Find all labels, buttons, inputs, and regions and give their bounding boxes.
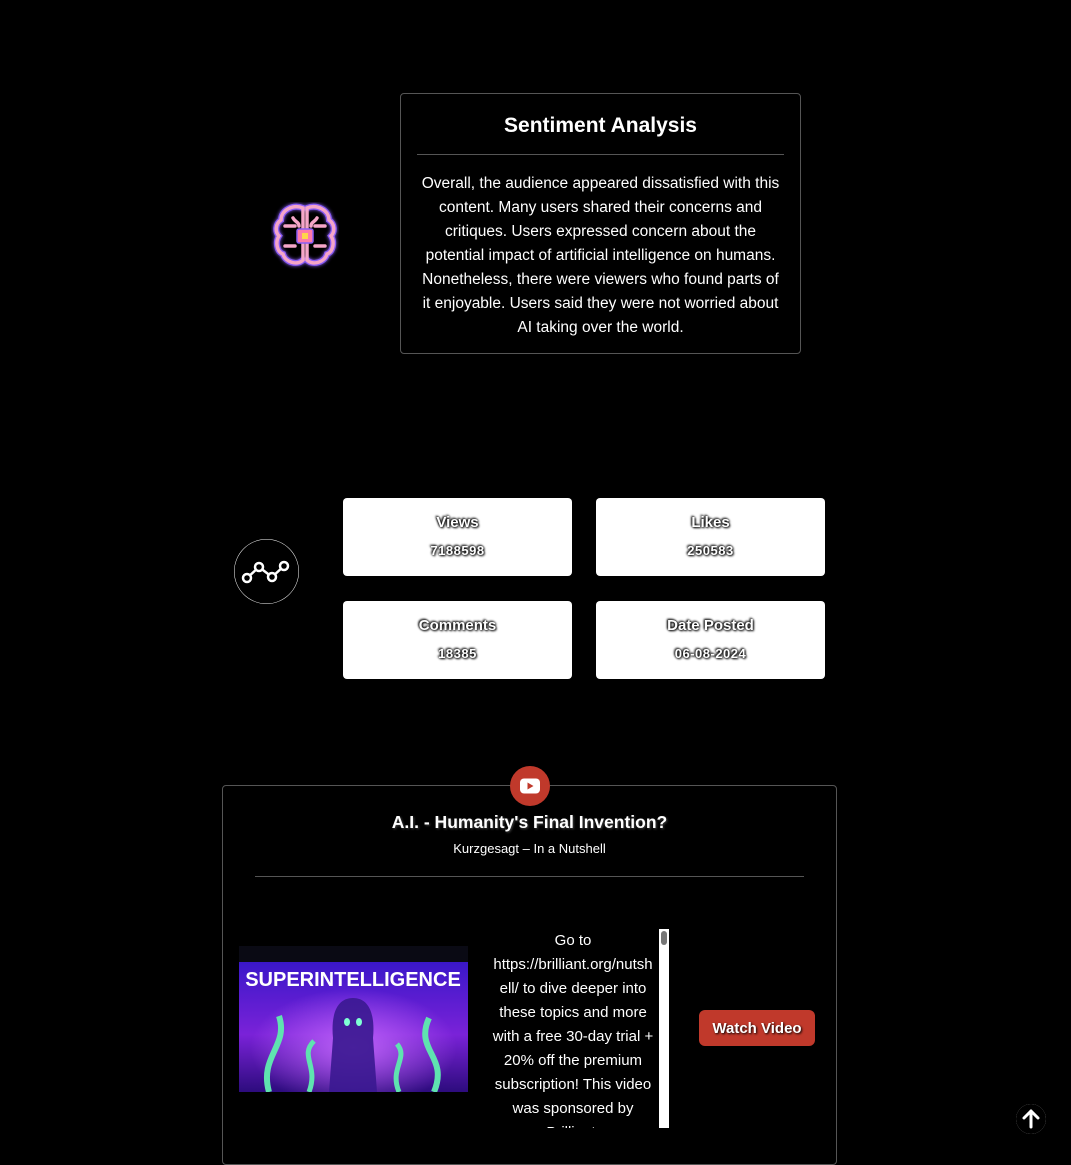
date-posted-value: 06-08-2024	[674, 646, 747, 661]
likes-stat-card: Likes 250583	[596, 498, 825, 576]
youtube-icon	[510, 766, 550, 806]
brain-chip-icon	[271, 202, 339, 270]
arrow-up-icon[interactable]	[1016, 1104, 1046, 1134]
likes-value: 250583	[687, 543, 734, 558]
comments-label: Comments	[418, 617, 497, 634]
video-card: A.I. - Humanity's Final Invention? Kurzg…	[222, 785, 837, 1165]
views-value: 7188598	[430, 543, 485, 558]
scrollbar-thumb[interactable]	[661, 931, 667, 945]
divider	[417, 154, 784, 155]
date-posted-label: Date Posted	[667, 617, 754, 634]
video-channel: Kurzgesagt – In a Nutshell	[453, 841, 606, 856]
description-scrollbar[interactable]	[659, 929, 669, 1128]
likes-label: Likes	[691, 514, 730, 531]
video-thumbnail[interactable]: SUPERINTELLIGENCE	[239, 946, 468, 1092]
video-description-box[interactable]: Go to https://brilliant.org/nutshell/ to…	[485, 929, 669, 1128]
divider	[255, 876, 804, 877]
analytics-icon	[234, 539, 299, 604]
sentiment-card: Sentiment Analysis Overall, the audience…	[400, 93, 801, 354]
video-description: Go to https://brilliant.org/nutshell/ to…	[492, 932, 654, 1128]
sentiment-summary: Overall, the audience appeared dissatisf…	[421, 175, 780, 336]
sentiment-title: Sentiment Analysis	[504, 114, 697, 137]
watch-video-button[interactable]: Watch Video	[699, 1010, 815, 1046]
comments-stat-card: Comments 18385	[343, 601, 572, 679]
comments-value: 18385	[438, 646, 477, 661]
views-stat-card: Views 7188598	[343, 498, 572, 576]
thumbnail-caption: SUPERINTELLIGENCE	[245, 969, 461, 991]
views-label: Views	[436, 514, 479, 531]
date-posted-stat-card: Date Posted 06-08-2024	[596, 601, 825, 679]
video-title: A.I. - Humanity's Final Invention?	[391, 812, 668, 832]
